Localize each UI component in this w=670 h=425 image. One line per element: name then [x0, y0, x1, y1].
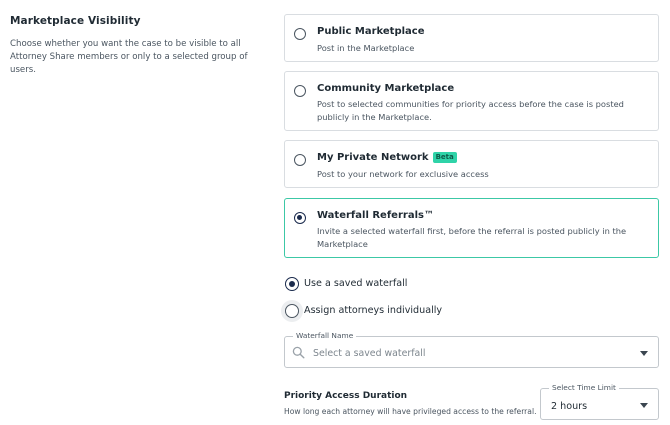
option-description: Invite a selected waterfall first, befor… [317, 226, 627, 249]
chevron-down-icon[interactable] [640, 351, 648, 356]
option-title: Public Marketplace [317, 26, 425, 37]
section-title: Marketplace Visibility [10, 15, 141, 27]
marketplace-visibility-section: Marketplace Visibility Choose whether yo… [10, 15, 275, 77]
beta-badge: Beta [432, 152, 457, 163]
section-description: Choose whether you want the case to be v… [10, 39, 248, 75]
assign-individually-option[interactable]: Assign attorneys individually [284, 304, 484, 320]
option-description: Post in the Marketplace [317, 43, 415, 53]
public-marketplace-radio[interactable] [294, 28, 306, 40]
priority-access-title: Priority Access Duration [284, 391, 408, 401]
private-network-radio[interactable] [294, 154, 306, 166]
priority-access-description: How long each attorney will have privile… [284, 407, 537, 416]
option-description: Post to selected communities for priorit… [317, 99, 624, 122]
option-title: My Private Network Beta [317, 152, 457, 163]
option-title: Waterfall Referrals™ [317, 210, 434, 221]
time-limit-value: 2 hours [551, 401, 588, 412]
option-card-private-network[interactable]: My Private Network Beta Post to your netw… [284, 140, 659, 188]
use-saved-waterfall-label: Use a saved waterfall [304, 278, 408, 289]
waterfall-name-label: Waterfall Name [293, 331, 357, 341]
waterfall-name-select[interactable]: Waterfall Name [284, 331, 659, 368]
search-icon [292, 346, 305, 359]
option-title: Community Marketplace [317, 83, 455, 94]
waterfall-search-input[interactable] [313, 346, 613, 360]
option-card-public-marketplace[interactable]: Public Marketplace Post in the Marketpla… [284, 14, 659, 62]
community-marketplace-radio[interactable] [294, 85, 306, 97]
assign-individually-label: Assign attorneys individually [304, 305, 443, 316]
option-card-waterfall-referrals[interactable]: Waterfall Referrals™ Invite a selected w… [284, 198, 659, 258]
use-saved-waterfall-option[interactable]: Use a saved waterfall [284, 277, 484, 293]
time-limit-label: Select Time Limit [549, 383, 619, 393]
option-title-text: My Private Network [317, 152, 429, 163]
chevron-down-icon[interactable] [640, 403, 648, 408]
use-saved-waterfall-radio[interactable] [285, 277, 299, 291]
time-limit-select[interactable]: Select Time Limit 2 hours [540, 383, 659, 420]
waterfall-referrals-radio[interactable] [294, 212, 306, 224]
option-card-community-marketplace[interactable]: Community Marketplace Post to selected c… [284, 71, 659, 131]
option-description: Post to your network for exclusive acces… [317, 169, 489, 179]
assign-individually-radio[interactable] [285, 304, 299, 318]
